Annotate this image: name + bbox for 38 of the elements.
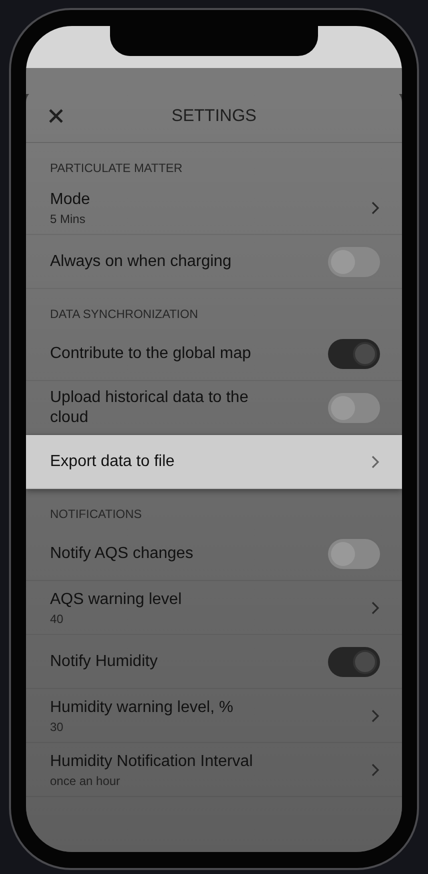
setting-label: Export data to file — [50, 452, 175, 472]
setting-label: Humidity warning level, % — [50, 698, 234, 718]
setting-label: Upload historical data to the cloud — [50, 388, 250, 428]
setting-label: AQS warning level — [50, 590, 182, 610]
chevron-right-icon — [371, 200, 380, 214]
setting-label: Notify Humidity — [50, 652, 158, 672]
chevron-right-icon — [371, 708, 380, 722]
settings-row[interactable]: Contribute to the global map — [26, 327, 402, 381]
setting-label: Contribute to the global map — [50, 344, 252, 364]
setting-value: once an hour — [50, 774, 122, 788]
settings-row[interactable]: Mode 5 Mins — [26, 181, 402, 235]
sheet-title: SETTINGS — [172, 106, 256, 126]
toggle-switch[interactable] — [328, 246, 380, 276]
setting-label: Humidity Notification Interval — [50, 752, 253, 772]
section-header: PARTICULATE MATTER — [50, 161, 182, 175]
setting-label: Always on when charging — [50, 252, 232, 272]
close-icon[interactable] — [48, 108, 64, 124]
settings-row[interactable]: Always on when charging — [26, 235, 402, 289]
toggle-switch[interactable] — [328, 646, 380, 676]
settings-row[interactable]: Humidity Notification Interval once an hour — [26, 743, 402, 797]
toggle-switch[interactable] — [328, 538, 380, 568]
settings-row[interactable]: Humidity warning level, % 30 — [26, 689, 402, 743]
setting-label: Notify AQS changes — [50, 544, 194, 564]
section-header: DATA SYNCHRONIZATION — [50, 307, 198, 321]
chevron-right-icon — [371, 454, 380, 468]
settings-row[interactable]: Notify AQS changes — [26, 527, 402, 581]
settings-row[interactable]: AQS warning level 40 — [26, 581, 402, 635]
section-header: NOTIFICATIONS — [50, 507, 142, 521]
toggle-switch[interactable] — [328, 392, 380, 422]
setting-value: 30 — [50, 720, 64, 734]
setting-label: Mode — [50, 190, 90, 210]
toggle-switch[interactable] — [328, 338, 380, 368]
setting-value: 40 — [50, 612, 64, 626]
settings-row[interactable]: Notify Humidity — [26, 635, 402, 689]
settings-row[interactable]: Export data to file — [26, 435, 402, 489]
chevron-right-icon — [371, 600, 380, 614]
setting-value: 5 Mins — [50, 212, 86, 226]
chevron-right-icon — [371, 762, 380, 776]
